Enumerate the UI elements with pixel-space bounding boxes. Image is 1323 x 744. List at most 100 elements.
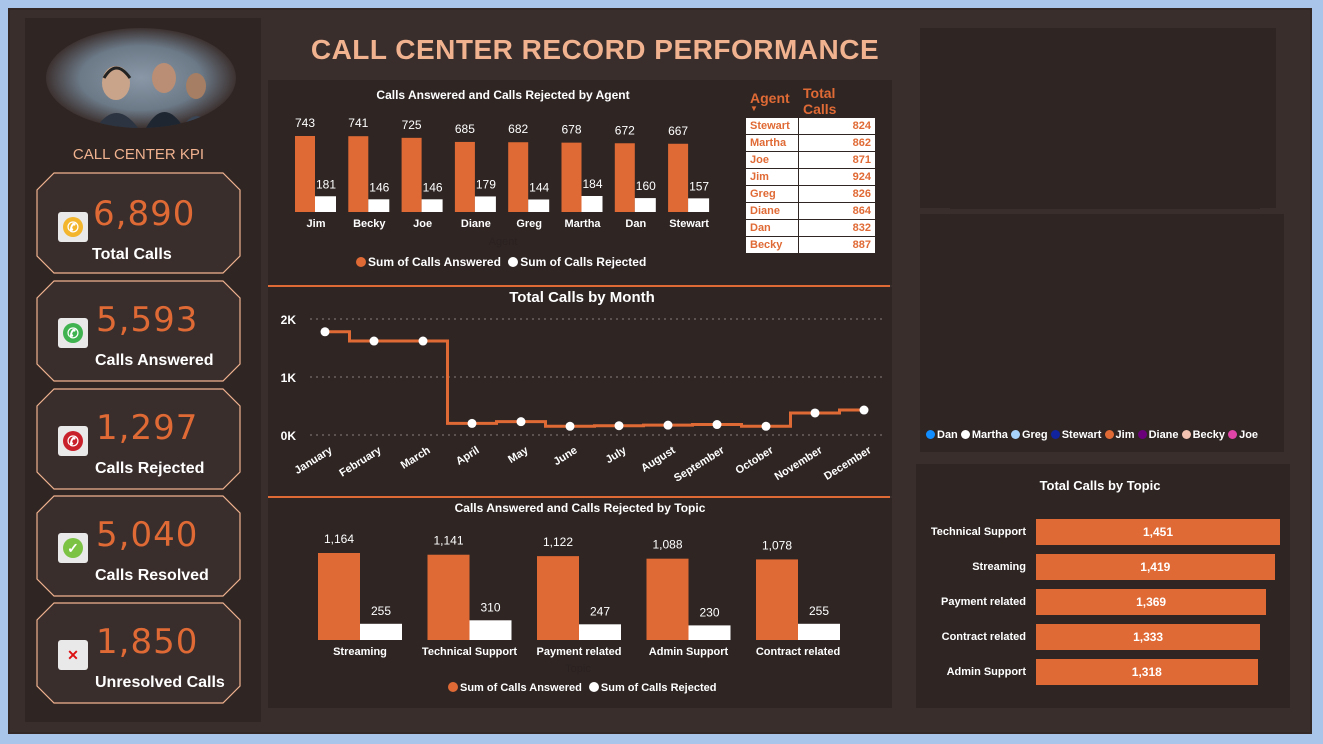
topic-rejected-bar bbox=[798, 623, 840, 640]
month-xtick-label: February bbox=[337, 444, 384, 480]
agent-total-cell: 871 bbox=[798, 151, 876, 169]
agent-header[interactable]: Agent ▼ bbox=[745, 84, 799, 118]
agent-name-cell: Jim bbox=[745, 168, 799, 186]
table-row[interactable]: Joe 871 bbox=[745, 151, 876, 169]
table-row[interactable]: Diane 864 bbox=[745, 202, 876, 220]
month-ytick-label: 1K bbox=[281, 371, 297, 385]
agent-answered-bar bbox=[668, 143, 689, 212]
agent-answered-bar bbox=[401, 137, 422, 212]
topic-total-title: Total Calls by Topic bbox=[1039, 478, 1161, 493]
topic-total-category: Contract related bbox=[941, 631, 1026, 643]
month-xtick-label: April bbox=[454, 444, 482, 467]
agent-category-label: Martha bbox=[564, 218, 601, 230]
table-row[interactable]: Martha 862 bbox=[745, 134, 876, 152]
topic-rejected-bar bbox=[360, 623, 402, 640]
month-xtick-label: September bbox=[672, 444, 727, 485]
agent-rejected-label: 157 bbox=[689, 179, 709, 193]
legend-answered: Sum of Calls Answered bbox=[368, 255, 501, 269]
agent-rejected-bar bbox=[421, 199, 443, 212]
legend-answered: Sum of Calls Answered bbox=[460, 682, 582, 694]
month-point bbox=[761, 421, 771, 431]
agent-rejected-label: 160 bbox=[636, 179, 656, 193]
agent-name-cell: Joe bbox=[745, 151, 799, 169]
topic-chart-legend: Sum of Calls Answered Sum of Calls Rejec… bbox=[448, 682, 716, 694]
agent-category-label: Dan bbox=[625, 218, 646, 230]
month-point bbox=[712, 420, 722, 430]
agent-rejected-bar bbox=[581, 196, 603, 212]
topic-total-bar: 1,451 bbox=[1036, 519, 1280, 545]
rating-legend: Dan Martha Greg Stewart Jim Diane Becky … bbox=[926, 429, 1258, 441]
rating-legend-item: Greg bbox=[1021, 429, 1048, 441]
agent-rejected-bar bbox=[634, 198, 656, 212]
topic-category-label: Streaming bbox=[333, 646, 387, 658]
agent-rejected-bar bbox=[368, 199, 390, 212]
total-calls-header: Total Calls bbox=[798, 84, 876, 118]
month-point bbox=[565, 421, 575, 431]
topic-chart-title: Calls Answered and Calls Rejected by Top… bbox=[455, 501, 706, 515]
topic-answered-label: 1,078 bbox=[762, 538, 792, 552]
agent-answered-bar bbox=[348, 136, 369, 212]
agent-rejected-label: 184 bbox=[582, 177, 602, 191]
agent-total-cell: 887 bbox=[798, 236, 876, 254]
month-xtick-label: June bbox=[551, 444, 579, 468]
agent-answered-bar bbox=[614, 143, 635, 212]
topic-total-bar: 1,333 bbox=[1036, 624, 1261, 650]
topic-rejected-bar bbox=[579, 624, 621, 640]
agent-answered-bar bbox=[508, 142, 529, 212]
topic-rejected-bar bbox=[469, 620, 512, 640]
month-xtick-label: May bbox=[506, 444, 531, 466]
rating-legend-item: Jim bbox=[1115, 429, 1135, 441]
agent-rejected-bar bbox=[315, 196, 336, 212]
agent-rejected-bar bbox=[528, 199, 550, 212]
agent-category-label: Greg bbox=[516, 218, 542, 230]
agent-total-cell: 924 bbox=[798, 168, 876, 186]
topic-rejected-label: 310 bbox=[480, 600, 500, 614]
legend-rejected: Sum of Calls Rejected bbox=[600, 682, 717, 694]
agent-axis-label: Agent bbox=[489, 236, 518, 248]
table-row[interactable]: Jim 924 bbox=[745, 168, 876, 186]
month-xtick-label: January bbox=[292, 444, 335, 477]
agent-category-label: Jim bbox=[307, 218, 326, 230]
table-row[interactable]: Stewart 824 bbox=[745, 117, 876, 135]
agent-table: Agent ▼ Total Calls Stewart 824 Martha 862 Jo… bbox=[745, 84, 876, 254]
topic-answered-bar bbox=[318, 553, 360, 640]
topic-total-bar: 1,419 bbox=[1036, 554, 1275, 580]
month-xtick-label: October bbox=[733, 444, 776, 477]
topic-answered-label: 1,141 bbox=[433, 534, 463, 548]
rating-panel bbox=[920, 214, 1284, 452]
legend-rejected: Sum of Calls Rejected bbox=[520, 255, 647, 269]
agent-answered-label: 678 bbox=[561, 123, 581, 137]
agent-chart-legend: Sum of Calls Answered Sum of Calls Rejec… bbox=[356, 255, 646, 269]
agent-category-label: Joe bbox=[413, 218, 432, 230]
month-point bbox=[614, 421, 624, 431]
rating-legend-item: Joe bbox=[1239, 429, 1259, 441]
agent-category-label: Diane bbox=[461, 218, 491, 230]
agent-name-cell: Dan bbox=[745, 219, 799, 237]
topic-rejected-label: 247 bbox=[590, 604, 610, 618]
agent-answered-bar bbox=[295, 136, 315, 212]
topic-axis-label: Topic bbox=[565, 663, 591, 675]
month-point bbox=[418, 336, 428, 346]
agent-name-cell: Stewart bbox=[745, 117, 799, 135]
table-row[interactable]: Becky 887 bbox=[745, 236, 876, 254]
month-point bbox=[810, 408, 820, 418]
rating-legend-item: Becky bbox=[1192, 429, 1226, 441]
sort-arrow-icon[interactable]: ▼ bbox=[750, 105, 794, 113]
month-xtick-label: August bbox=[639, 444, 678, 474]
table-row[interactable]: Dan 832 bbox=[745, 219, 876, 237]
rating-legend-item: Diane bbox=[1148, 429, 1179, 441]
agent-answered-label: 741 bbox=[348, 116, 368, 130]
table-row[interactable]: Greg 826 bbox=[745, 185, 876, 203]
month-chart-title: Total Calls by Month bbox=[509, 289, 655, 306]
month-xtick-label: December bbox=[822, 444, 874, 483]
month-point bbox=[369, 336, 379, 346]
topic-rejected-label: 255 bbox=[809, 604, 829, 618]
month-line bbox=[323, 330, 865, 428]
agent-answered-label: 725 bbox=[402, 118, 422, 132]
month-point bbox=[467, 418, 477, 428]
month-point bbox=[320, 327, 330, 337]
topic-total-category: Payment related bbox=[941, 596, 1026, 608]
topic-total-bar: 1,369 bbox=[1036, 589, 1267, 615]
month-ytick-label: 0K bbox=[281, 429, 297, 443]
month-xtick-label: March bbox=[399, 444, 433, 471]
